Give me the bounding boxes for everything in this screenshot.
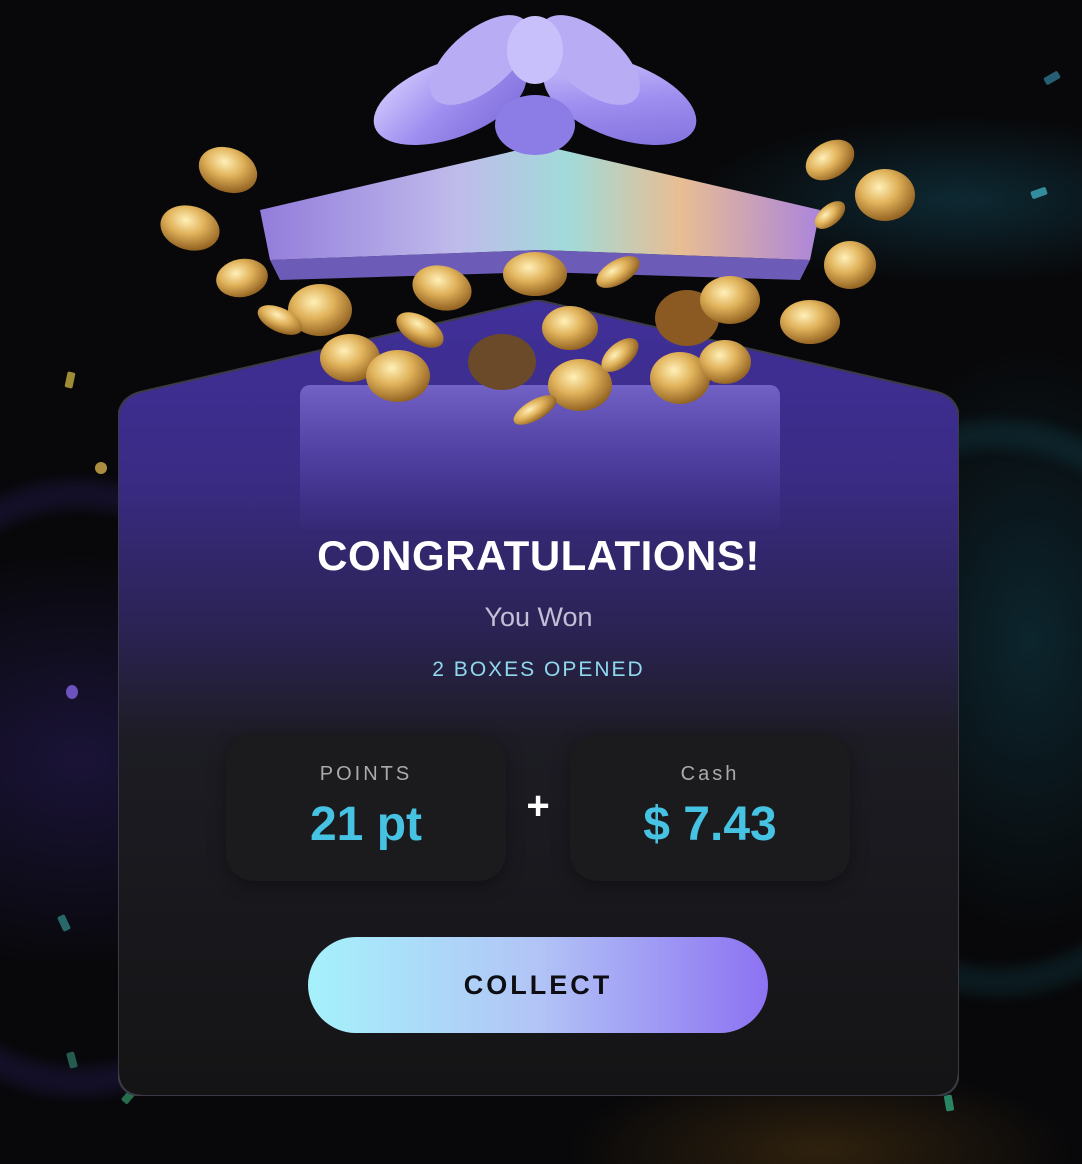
cash-value: $ 7.43 <box>643 798 777 851</box>
confetti-piece <box>64 371 76 389</box>
confetti-piece <box>943 1094 955 1112</box>
reward-screen: CONGRATULATIONS! You Won 2 BOXES OPENED … <box>0 0 1082 1164</box>
you-won-subtitle: You Won <box>484 602 593 632</box>
reward-content: CONGRATULATIONS! You Won 2 BOXES OPENED … <box>118 300 959 1096</box>
confetti-piece <box>66 685 78 699</box>
boxes-opened-count: 2 BOXES OPENED <box>432 658 645 681</box>
cash-label: Cash <box>680 763 740 785</box>
cash-card: Cash $ 7.43 <box>570 735 850 881</box>
ribbon-bow <box>373 15 697 155</box>
confetti-piece <box>1030 186 1048 200</box>
points-card: POINTS 21 pt <box>226 735 506 881</box>
congratulations-title: CONGRATULATIONS! <box>317 532 760 579</box>
confetti-piece <box>95 462 107 474</box>
collect-button[interactable]: COLLECT <box>308 937 768 1033</box>
points-label: POINTS <box>319 763 413 785</box>
plus-sign: + <box>526 784 550 828</box>
gift-box-lid <box>260 145 820 260</box>
points-value: 21 pt <box>309 798 423 851</box>
confetti-piece <box>1043 70 1061 86</box>
